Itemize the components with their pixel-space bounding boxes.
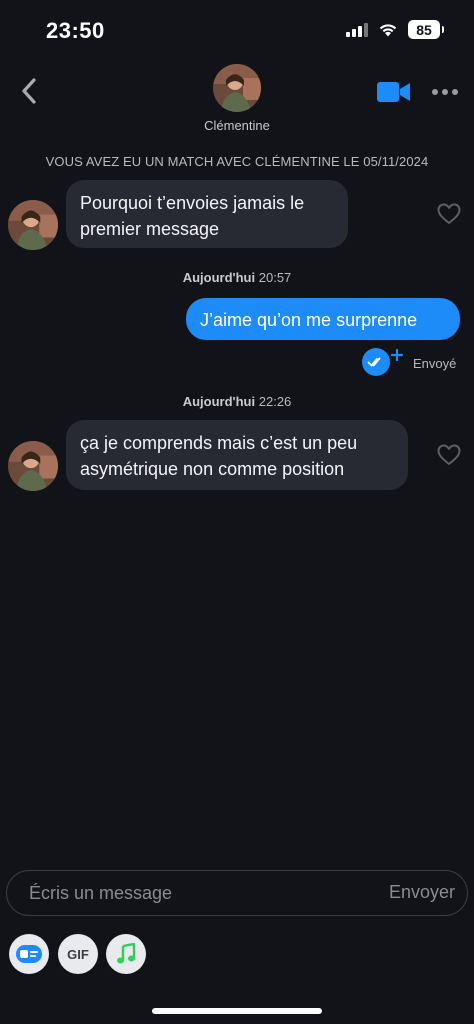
contact-avatar[interactable] — [213, 64, 261, 112]
send-button[interactable]: Envoyer — [389, 882, 455, 903]
message-timestamp: Aujourd'hui 20:57 — [0, 270, 474, 285]
double-check-icon — [362, 348, 404, 376]
message-text-line: ça je comprends mais c’est un peu — [80, 433, 358, 453]
status-icons: 85 — [346, 20, 444, 39]
message-text: J’aime qu’on me surprenne — [200, 310, 418, 330]
home-indicator[interactable] — [152, 1008, 322, 1014]
timestamp-time: 22:26 — [258, 394, 292, 409]
sticker-button[interactable] — [9, 934, 49, 974]
more-dots-icon — [432, 89, 438, 95]
message-text-line: premier message — [80, 219, 220, 239]
timestamp-time: 20:57 — [258, 270, 292, 285]
like-button[interactable] — [436, 201, 462, 227]
avatar-image — [8, 200, 58, 250]
battery-level: 85 — [416, 21, 432, 38]
status-time: 23:50 — [46, 18, 105, 43]
timestamp-day: Aujourd'hui — [182, 394, 256, 409]
cellular-signal-icon — [346, 22, 368, 37]
message-text-line: asymétrique non comme position — [80, 459, 345, 479]
sticker-card-icon — [16, 945, 42, 963]
sender-avatar[interactable] — [8, 441, 58, 491]
music-button[interactable] — [106, 934, 146, 974]
avatar-image — [8, 441, 58, 491]
wifi-icon — [379, 24, 397, 37]
message-composer: Envoyer — [6, 870, 468, 916]
read-receipt-button[interactable] — [362, 346, 404, 378]
chat-header: Clémentine — [0, 60, 474, 150]
more-options-button[interactable] — [432, 82, 462, 102]
delivery-status: Envoyé — [413, 356, 457, 371]
sender-avatar[interactable] — [8, 200, 58, 250]
back-button[interactable] — [14, 76, 44, 106]
avatar-image — [213, 64, 261, 112]
message-timestamp: Aujourd'hui 22:26 — [0, 394, 474, 409]
music-note-icon — [117, 943, 136, 964]
video-camera-icon — [377, 82, 410, 102]
message-input[interactable] — [29, 871, 359, 915]
status-bar: 23:50 85 — [0, 0, 474, 60]
match-banner: VOUS AVEZ EU UN MATCH AVEC CLÉMENTINE LE… — [45, 154, 429, 169]
gif-button[interactable]: GIF — [58, 934, 98, 974]
gif-icon: GIF — [67, 946, 89, 962]
battery-indicator: 85 — [408, 20, 444, 39]
back-chevron-icon — [22, 78, 36, 104]
like-button[interactable] — [436, 442, 462, 468]
incoming-message-bubble[interactable]: ça je comprends mais c’est un peu asymét… — [66, 420, 408, 490]
contact-name[interactable]: Clémentine — [0, 118, 474, 133]
incoming-message-bubble[interactable]: Pourquoi t’envoies jamais le premier mes… — [66, 180, 348, 248]
heart-icon — [437, 444, 461, 465]
video-call-button[interactable] — [376, 80, 412, 104]
message-text-line: Pourquoi t’envoies jamais le — [80, 193, 305, 213]
heart-icon — [437, 203, 461, 224]
timestamp-day: Aujourd'hui — [182, 270, 256, 285]
outgoing-message-bubble[interactable]: J’aime qu’on me surprenne — [186, 298, 460, 340]
